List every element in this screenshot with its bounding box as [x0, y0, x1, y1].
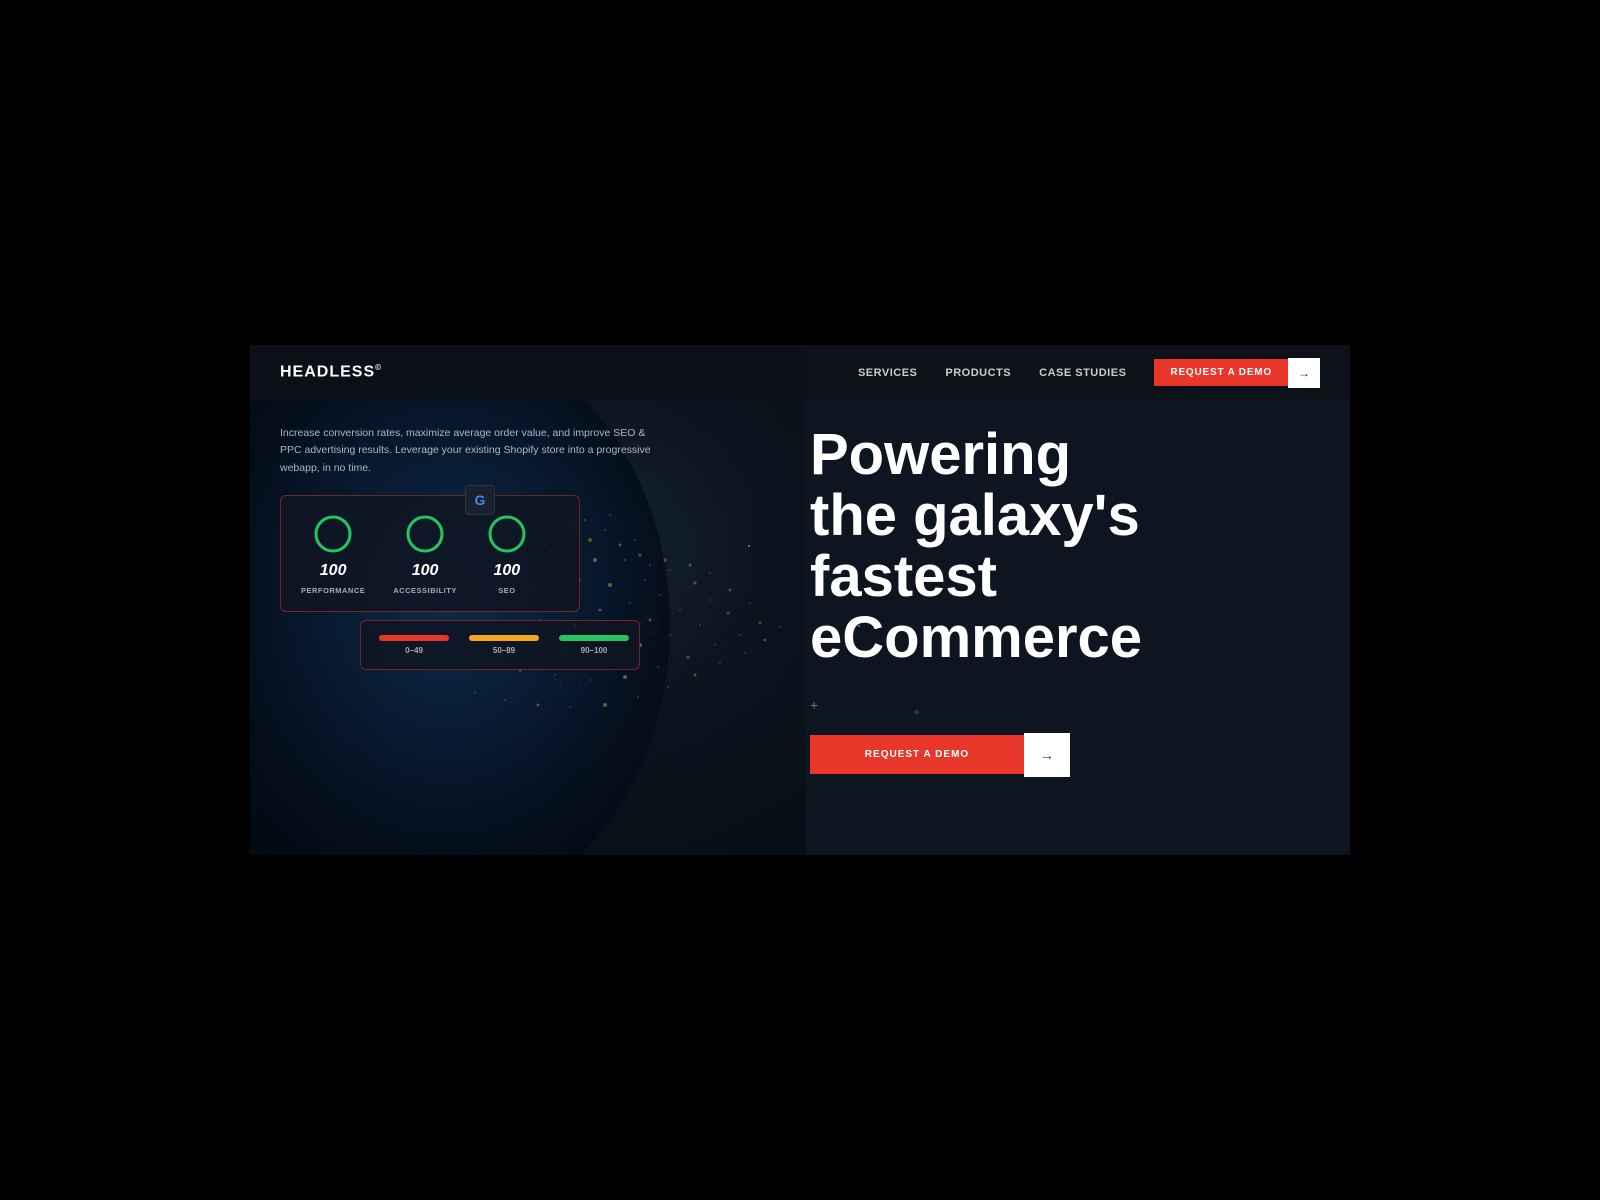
legend-high-label: 90–100 — [581, 646, 608, 655]
accessibility-label: ACCESSIBILITY — [393, 586, 457, 595]
legend-mid-bar — [469, 635, 539, 641]
seo-gauge — [485, 512, 529, 556]
logo: HEADLESS© — [280, 363, 382, 381]
nav-cta-arrow-button[interactable]: → — [1288, 358, 1320, 388]
nav-request-demo-button[interactable]: REQUEST A DEMO — [1154, 359, 1288, 386]
score-performance: 100 PERFORMANCE — [301, 512, 365, 595]
performance-score: 100 — [320, 562, 347, 580]
legend-mid-label: 50–89 — [493, 646, 515, 655]
screen-wrapper: HEADLESS© SERVICES PRODUCTS CASE STUDIES… — [250, 345, 1350, 855]
seo-label: SEO — [498, 586, 515, 595]
navbar: HEADLESS© SERVICES PRODUCTS CASE STUDIES… — [250, 345, 1350, 400]
google-badge: G — [465, 485, 495, 515]
star-dot-2 — [748, 545, 750, 547]
hero-plus-deco: + — [810, 697, 1320, 713]
performance-gauge — [311, 512, 355, 556]
score-accessibility: 100 ACCESSIBILITY — [393, 512, 457, 595]
nav-services[interactable]: SERVICES — [858, 367, 917, 379]
legend-low-label: 0–49 — [405, 646, 423, 655]
accessibility-score: 100 — [412, 562, 439, 580]
legend-mid: 50–89 — [469, 635, 539, 655]
legend-card: 0–49 50–89 90–100 — [360, 620, 640, 670]
legend-low-bar — [379, 635, 449, 641]
performance-label: PERFORMANCE — [301, 586, 365, 595]
score-card: 100 PERFORMANCE 100 ACCESSIBILITY — [280, 495, 580, 612]
nav-products[interactable]: PRODUCTS — [945, 367, 1011, 379]
hero-left-content: Increase conversion rates, maximize aver… — [280, 425, 660, 670]
accessibility-gauge — [403, 512, 447, 556]
nav-links: SERVICES PRODUCTS CASE STUDIES REQUEST A… — [858, 358, 1320, 388]
nav-case-studies[interactable]: CASE STUDIES — [1039, 367, 1126, 379]
hero-right-content: Powering the galaxy's fastest eCommerce … — [810, 425, 1320, 777]
hero-tagline: Increase conversion rates, maximize aver… — [280, 425, 660, 477]
hero-cta-arrow-button[interactable]: → — [1024, 733, 1070, 777]
seo-score: 100 — [494, 562, 521, 580]
nav-cta: REQUEST A DEMO → — [1154, 358, 1320, 388]
score-seo: 100 SEO — [485, 512, 529, 595]
hero-cta: REQUEST A DEMO → — [810, 733, 1070, 777]
legend-high: 90–100 — [559, 635, 629, 655]
hero-request-demo-button[interactable]: REQUEST A DEMO — [810, 735, 1024, 774]
legend-low: 0–49 — [379, 635, 449, 655]
hero-title: Powering the galaxy's fastest eCommerce — [810, 425, 1320, 669]
legend-high-bar — [559, 635, 629, 641]
